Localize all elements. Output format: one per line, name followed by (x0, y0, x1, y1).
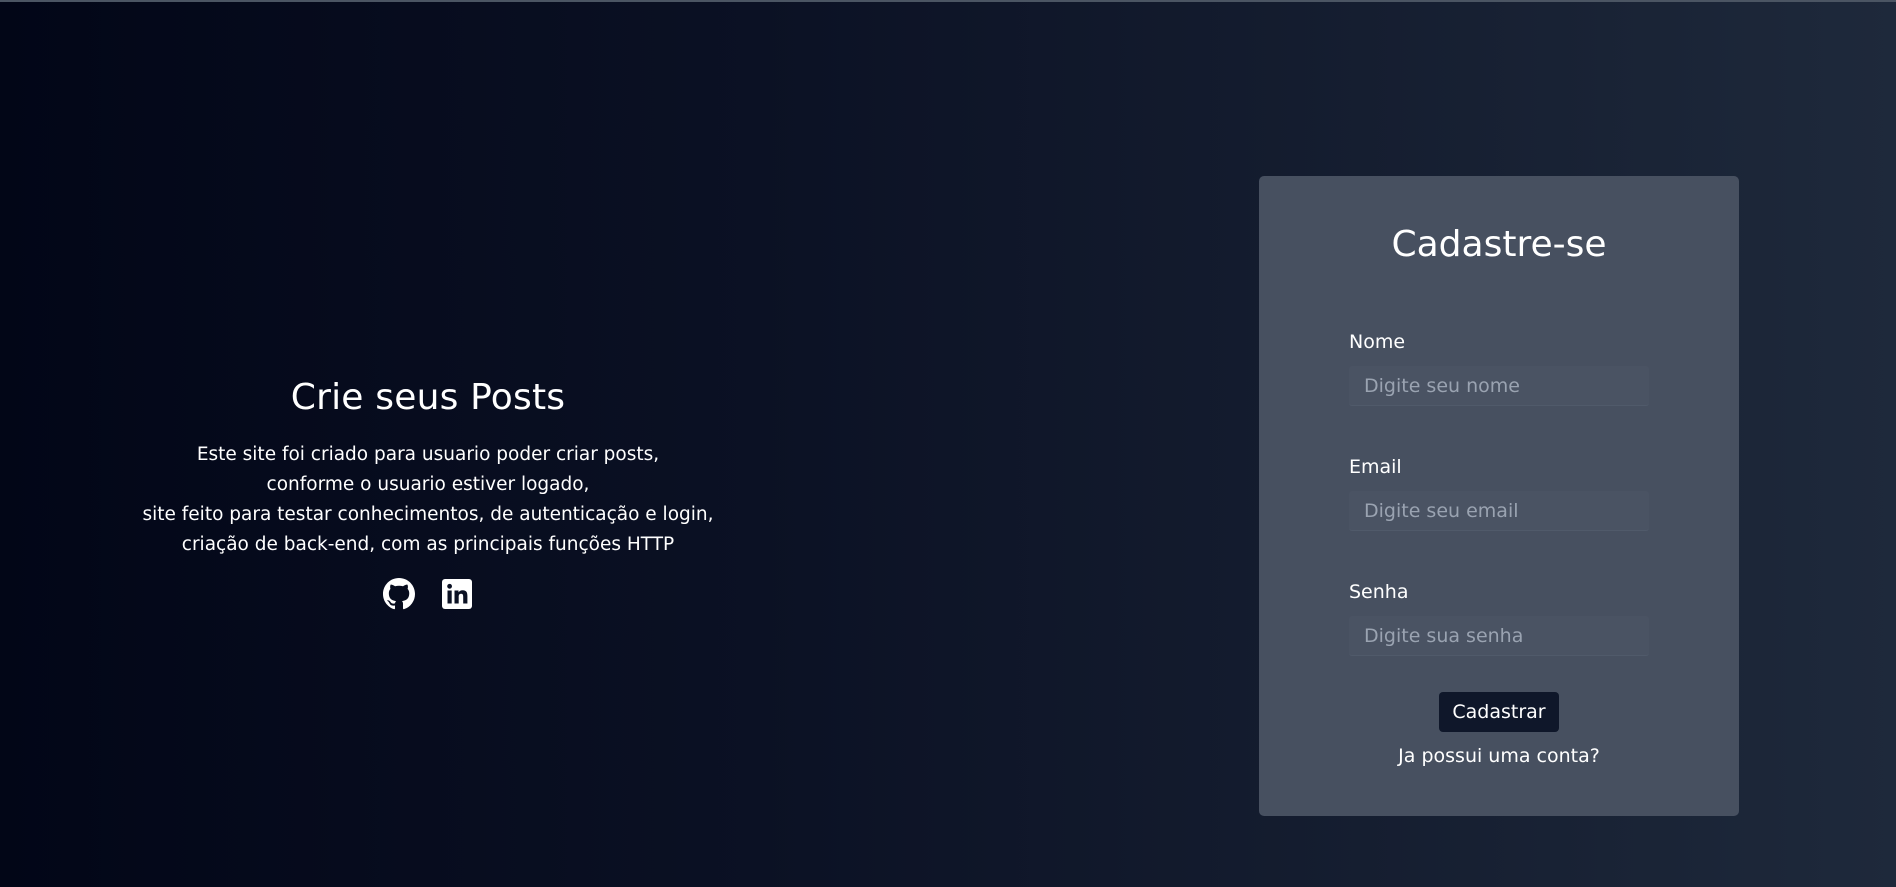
login-link[interactable]: Ja possui uma conta? (1259, 744, 1739, 768)
intro-title: Crie seus Posts (290, 377, 566, 418)
signup-title: Cadastre-se (1391, 224, 1607, 265)
github-icon (383, 578, 415, 610)
intro-section: Crie seus Posts Este site foi criado par… (128, 374, 728, 610)
name-field-group: Nome (1349, 330, 1649, 406)
password-input[interactable] (1349, 616, 1649, 656)
intro-description-line: conforme o usuario estiver logado, (266, 474, 590, 495)
email-field-group: Email (1349, 455, 1649, 531)
password-field-group: Senha (1349, 580, 1649, 656)
github-link[interactable] (383, 578, 415, 610)
name-input[interactable] (1349, 366, 1649, 406)
register-button[interactable]: Cadastrar (1439, 692, 1559, 732)
intro-description-line: site feito para testar conhecimentos, de… (142, 504, 714, 525)
intro-description: Este site foi criado para usuario poder … (128, 440, 728, 560)
name-label: Nome (1349, 331, 1406, 353)
linkedin-link[interactable] (441, 578, 473, 610)
email-label: Email (1349, 456, 1402, 478)
linkedin-icon (442, 579, 472, 609)
email-input[interactable] (1349, 491, 1649, 531)
signup-page: Crie seus Posts Este site foi criado par… (0, 0, 1896, 887)
intro-description-line: criação de back-end, com as principais f… (181, 534, 675, 555)
password-label: Senha (1349, 581, 1409, 603)
social-links (128, 578, 728, 610)
intro-description-line: Este site foi criado para usuario poder … (196, 444, 660, 465)
signup-card: Cadastre-se Nome Email Senha Cadastrar J… (1259, 176, 1739, 816)
